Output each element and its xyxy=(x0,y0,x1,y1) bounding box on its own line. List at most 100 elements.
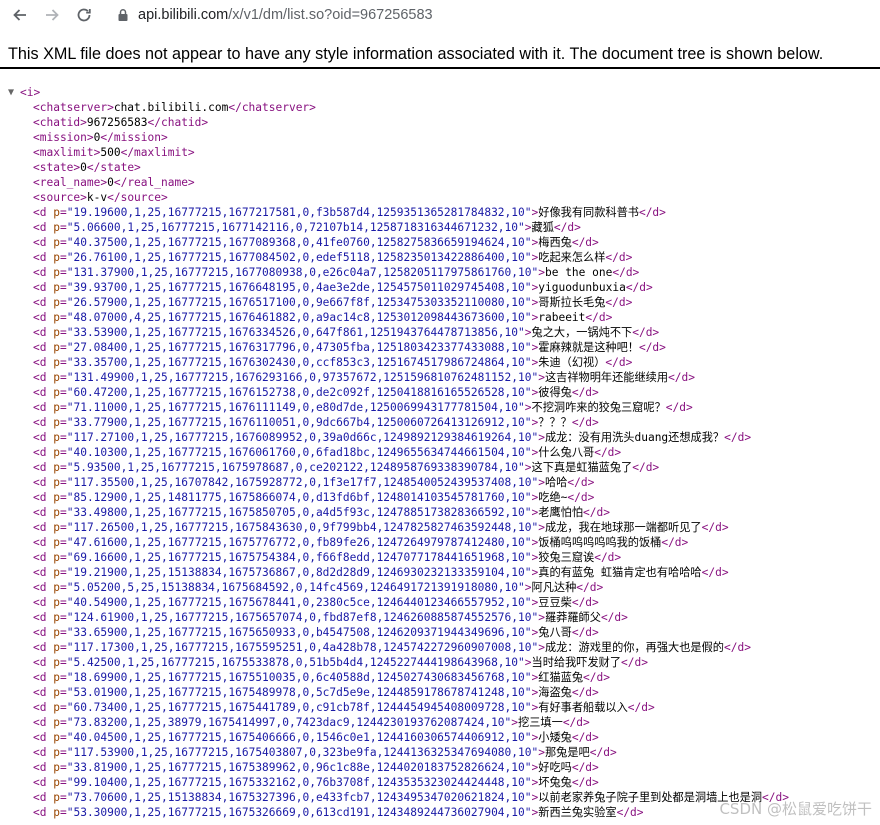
danmaku-params: 71.11000,1,25,16777215,1676111149,0,e80d… xyxy=(73,401,519,414)
xml-close-tag: </mission> xyxy=(100,131,168,144)
danmaku-params: 47.61600,1,25,16777215,1675776772,0,fb89… xyxy=(73,536,525,549)
danmaku-item: <d p="131.49900,1,25,16777215,1676293166… xyxy=(33,371,696,384)
danmaku-item: <d p="19.19600,1,25,16777215,1677217581,… xyxy=(33,206,666,219)
danmaku-text: 兔之大，一锅炖不下 xyxy=(531,326,633,339)
xml-close-tag: </d> xyxy=(632,461,660,474)
xml-close-tag: </d> xyxy=(621,656,648,669)
xml-close-tag: </d> xyxy=(627,701,655,714)
danmaku-params: 40.37500,1,25,16777215,1677089368,0,41fe… xyxy=(73,236,525,249)
xml-open-tag: <d xyxy=(33,341,54,354)
xml-open-tag: <d xyxy=(33,551,54,564)
reload-button[interactable] xyxy=(72,3,96,27)
xml-open-tag: <d xyxy=(33,611,54,624)
danmaku-params: 131.37900,1,25,16777215,1677080938,0,e26… xyxy=(73,266,532,279)
xml-attr-name: p xyxy=(53,371,60,384)
xml-root-open: ▼ <i> xyxy=(8,85,41,100)
xml-close-tag: </d> xyxy=(567,476,595,489)
danmaku-text: 吃起来怎么样 xyxy=(538,251,606,264)
xml-open-tag: <chatserver> xyxy=(33,101,114,114)
xml-open-tag: <d xyxy=(33,656,54,669)
xml-close-tag: </d> xyxy=(665,401,693,414)
danmaku-text: yiguodunbuxia xyxy=(538,281,626,294)
xml-open-tag: <d xyxy=(33,491,54,504)
xml-close-tag: </d> xyxy=(553,221,581,234)
xml-open-tag: <d xyxy=(33,386,54,399)
xml-open-tag: <d xyxy=(33,371,54,384)
danmaku-item: <d p="33.77900,1,25,16777215,1676110051,… xyxy=(33,416,599,429)
xml-close-tag: </d> xyxy=(594,551,622,564)
danmaku-params: 33.77900,1,25,16777215,1676110051,0,9dc6… xyxy=(73,416,525,429)
danmaku-params: 33.35700,1,25,16777215,1676302430,0,ccf8… xyxy=(73,356,525,369)
danmaku-text: be the one xyxy=(544,266,613,279)
danmaku-params: 33.49800,1,25,16777215,1675850705,0,a4d5… xyxy=(73,506,525,519)
xml-open-tag: <maxlimit> xyxy=(33,146,101,159)
xml-attr-name: p xyxy=(53,326,60,339)
xml-close-tag: </maxlimit> xyxy=(120,146,195,159)
xml-open-tag: <d xyxy=(33,566,54,579)
danmaku-item: <d p="33.49800,1,25,16777215,1675850705,… xyxy=(33,506,610,519)
forward-button[interactable] xyxy=(40,3,64,27)
xml-attr-name: p xyxy=(53,626,60,639)
xml-attr-name: p xyxy=(53,776,60,789)
danmaku-params: 117.53900,1,25,16777215,1675403807,0,323… xyxy=(73,746,532,759)
xml-open-tag: <d xyxy=(33,641,54,654)
xml-attr-name: p xyxy=(53,236,60,249)
danmaku-item: <d p="117.27100,1,25,16777215,1676089952… xyxy=(33,431,752,444)
danmaku-params: 69.16600,1,25,16777215,1675754384,0,f66f… xyxy=(73,551,525,564)
danmaku-item: <d p="33.53900,1,25,16777215,1676334526,… xyxy=(33,326,660,339)
xml-open-tag: <d xyxy=(33,716,54,729)
danmaku-params: 73.83200,1,25,38979,1675414997,0,7423dac… xyxy=(73,716,505,729)
xml-open-tag: <d xyxy=(33,461,54,474)
xml-open-tag: <d xyxy=(33,626,54,639)
xml-attr-name: p xyxy=(53,476,60,489)
danmaku-item: <d p="60.47200,1,25,16777215,1676152738,… xyxy=(33,386,599,399)
danmaku-params: 53.30900,1,25,16777215,1675326669,0,613c… xyxy=(73,806,525,819)
address-bar[interactable]: api.bilibili.com/x/v1/dm/list.so?oid=967… xyxy=(112,3,880,27)
root-tag-name: i xyxy=(26,86,34,99)
danmaku-item: <d p="40.37500,1,25,16777215,1677089368,… xyxy=(33,236,599,249)
xml-attr-name: p xyxy=(53,506,60,519)
danmaku-params: 33.65900,1,25,16777215,1675650933,0,b454… xyxy=(73,626,525,639)
xml-open-tag: <d xyxy=(33,791,54,804)
xml-close-tag: </d> xyxy=(585,311,613,324)
xml-close-tag: </d> xyxy=(600,611,628,624)
danmaku-text: 饭桶呜呜呜呜呜我的饭桶 xyxy=(538,536,662,549)
danmaku-params: 117.26500,1,25,16777215,1675843630,0,9f7… xyxy=(73,521,532,534)
danmaku-params: 26.76100,1,25,16777215,1677084502,0,edef… xyxy=(73,251,525,264)
url-host: api.bilibili.com xyxy=(138,7,229,23)
danmaku-text: 朱迪（幻视） xyxy=(538,356,606,369)
xml-element-maxlimit: <maxlimit>500</maxlimit> xyxy=(0,145,880,160)
danmaku-item: <d p="33.81900,1,25,16777215,1675389962,… xyxy=(33,761,599,774)
danmaku-item: <d p="40.54900,1,25,16777215,1675678441,… xyxy=(33,596,599,609)
danmaku-text: 哥斯拉长毛兔 xyxy=(538,296,606,309)
danmaku-item: <d p="73.83200,1,25,38979,1675414997,0,7… xyxy=(33,716,590,729)
xml-open-tag: <d xyxy=(33,506,54,519)
danmaku-params: 48.07000,4,25,16777215,1676461882,0,a9ac… xyxy=(73,311,525,324)
lock-icon xyxy=(118,9,128,21)
back-arrow-icon xyxy=(13,9,26,21)
xml-close-tag: </d> xyxy=(567,491,595,504)
back-button[interactable] xyxy=(8,3,32,27)
danmaku-item: <d p="39.93700,1,25,16777215,1676648195,… xyxy=(33,281,653,294)
xml-open-tag: <mission> xyxy=(33,131,94,144)
danmaku-params: 33.81900,1,25,16777215,1675389962,0,96c1… xyxy=(73,761,525,774)
xml-attr-name: p xyxy=(53,566,60,579)
xml-close-tag: </real_name> xyxy=(113,176,195,189)
xml-open-tag: <d xyxy=(33,281,54,294)
danmaku-item: <d p="99.10400,1,25,16777215,1675332162,… xyxy=(33,776,599,789)
xml-close-tag: </d> xyxy=(625,281,653,294)
danmaku-params: 5.06600,1,25,16777215,1677142116,0,72107… xyxy=(73,221,519,234)
xml-attr-name: p xyxy=(53,221,60,234)
xml-open-tag: <d xyxy=(33,296,54,309)
xml-attr-name: p xyxy=(53,311,60,324)
xml-close-tag: </d> xyxy=(638,206,666,219)
xml-attr-name: p xyxy=(53,296,60,309)
danmaku-params: 73.70600,1,25,15138834,1675327396,0,e433… xyxy=(73,791,525,804)
danmaku-text: 羅莽羅師父 xyxy=(544,611,601,624)
collapse-triangle-icon[interactable]: ▼ xyxy=(8,85,14,100)
xml-close-tag: </d> xyxy=(661,536,689,549)
danmaku-params: 18.69900,1,25,16777215,1675510035,0,6c40… xyxy=(73,671,525,684)
danmaku-text: 那兔是吧 xyxy=(544,746,590,759)
danmaku-item: <d p="117.53900,1,25,16777215,1675403807… xyxy=(33,746,617,759)
xml-close-tag: </d> xyxy=(616,806,644,819)
